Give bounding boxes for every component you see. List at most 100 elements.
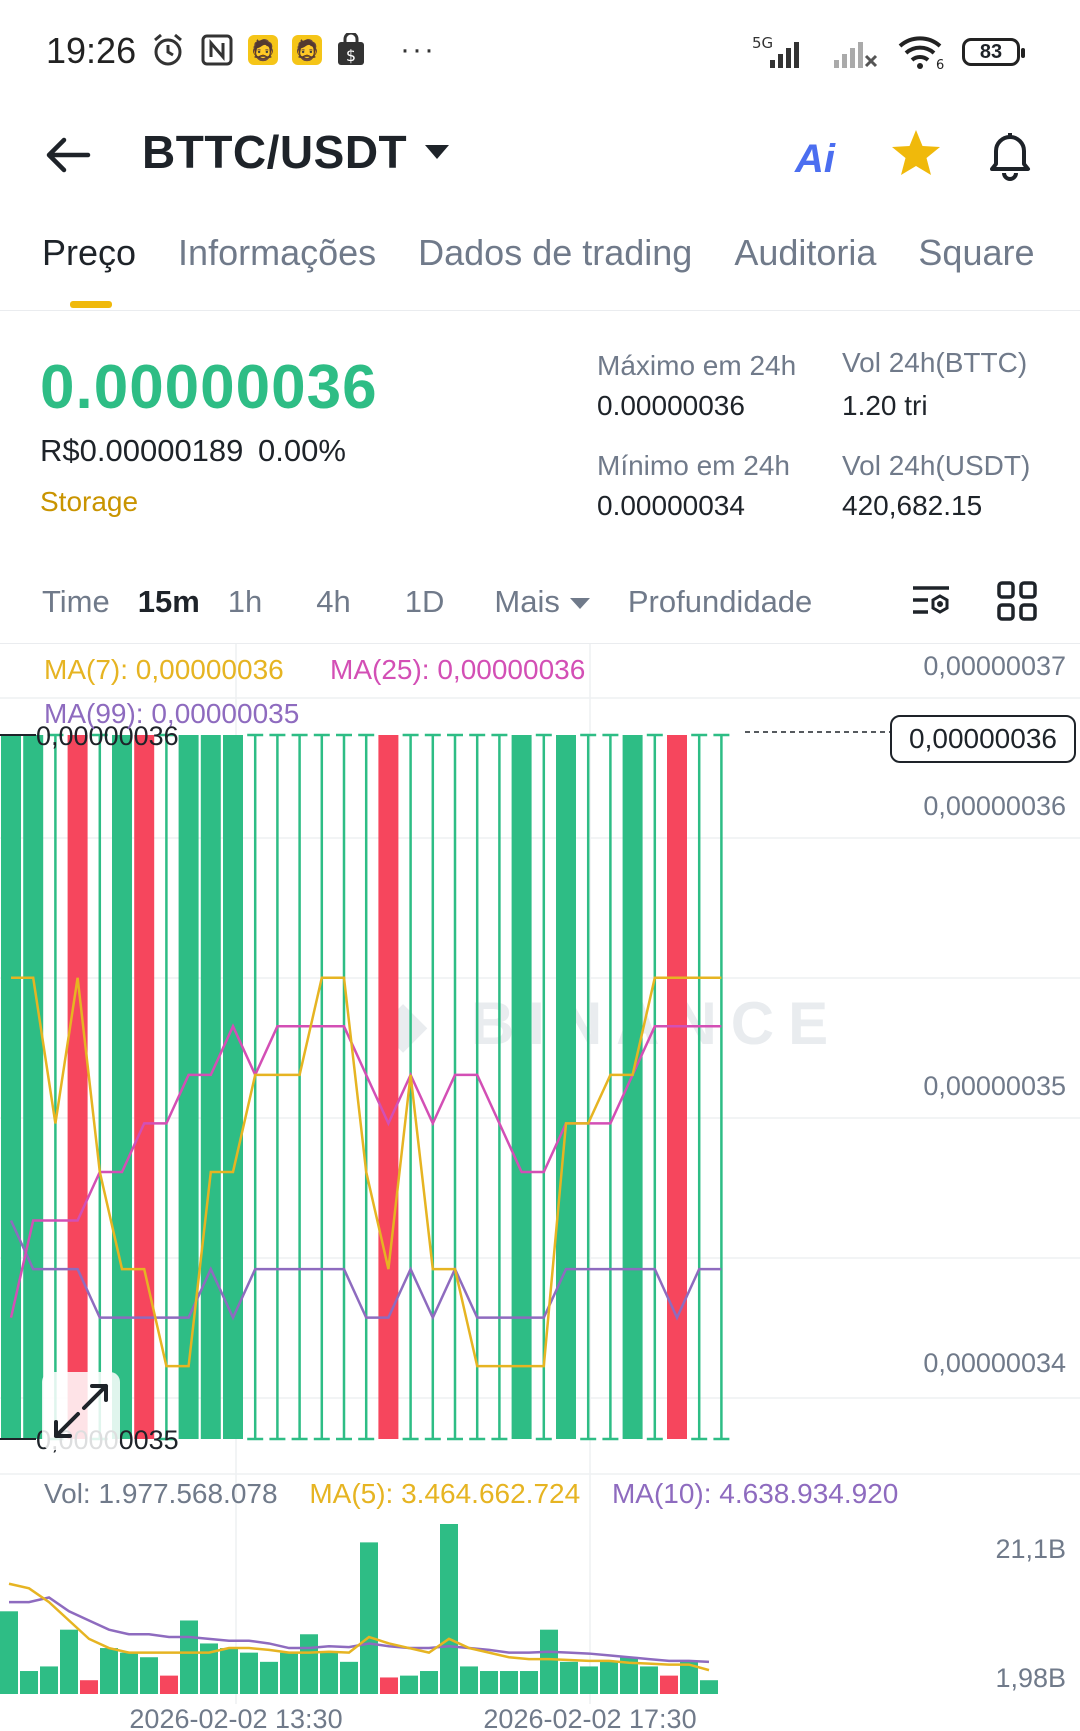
high-24h-label: Máximo em 24h	[597, 350, 797, 381]
volume-bar	[340, 1661, 358, 1694]
grid-layout-icon[interactable]	[996, 580, 1038, 622]
ai-assistant-button[interactable]: Ai	[795, 137, 835, 182]
volume-bar	[640, 1666, 658, 1694]
vol-quote-label: Vol 24h(USDT)	[842, 450, 1031, 481]
candle-body	[556, 735, 576, 1439]
volume-bar	[400, 1675, 418, 1694]
chart-settings-icon[interactable]	[910, 580, 952, 622]
interval-1h[interactable]: 1h	[228, 584, 262, 620]
category-tag[interactable]: Storage	[40, 486, 138, 518]
candle-body	[134, 735, 155, 1439]
app-notification-icon: 🧔	[248, 35, 278, 65]
volume-bar	[360, 1542, 378, 1694]
interval-more[interactable]: Mais	[494, 584, 590, 620]
volume-bar	[460, 1666, 478, 1694]
tab-dados-de-trading[interactable]: Dados de trading	[418, 232, 692, 274]
pair-selector[interactable]: BTTC/USDT	[142, 125, 407, 179]
tab-informacoes[interactable]: Informações	[178, 232, 376, 274]
volume-bar	[220, 1648, 238, 1694]
volume-bar	[580, 1666, 598, 1694]
brl-price: R$0.00000189	[40, 433, 244, 468]
ma7-legend: MA(7): 0,00000036	[44, 654, 284, 685]
candle-body	[667, 735, 687, 1439]
favorite-star-icon[interactable]	[888, 126, 944, 182]
vol-ma5-label: MA(5): 3.464.662.724	[309, 1478, 581, 1509]
candle-body	[178, 735, 199, 1439]
vol-base-value: 1.20 tri	[842, 390, 928, 421]
tab-auditoria[interactable]: Auditoria	[734, 232, 876, 274]
signal-no-service-icon	[834, 42, 878, 68]
candle-body	[223, 735, 243, 1439]
volume-bar	[60, 1629, 78, 1694]
chevron-down-icon	[569, 598, 590, 610]
low-24h-value: 0.00000034	[597, 490, 745, 521]
interval-15m[interactable]: 15m	[138, 584, 200, 620]
volume-bar	[180, 1620, 198, 1694]
volume-bar	[300, 1634, 318, 1694]
y-axis-tick: 0,00000037	[923, 651, 1066, 681]
pair-dropdown-caret-icon[interactable]	[425, 145, 449, 159]
shopping-bag-icon: $	[338, 33, 364, 65]
app-notification-icon: 🧔	[292, 35, 322, 65]
volume-legend: Vol: 1.977.568.078 MA(5): 3.464.662.724 …	[44, 1478, 898, 1510]
interval-more-label: Mais	[494, 584, 560, 619]
volume-bar	[240, 1652, 258, 1694]
expand-icon	[54, 1384, 108, 1438]
wifi-sub-label: 6	[936, 58, 944, 70]
ma25-legend: MA(25): 0,00000036	[330, 654, 586, 685]
tab-preco[interactable]: Preço	[42, 232, 136, 274]
volume-bar	[660, 1675, 678, 1694]
more-notifications-icon: ···	[400, 33, 436, 66]
tab-square[interactable]: Square	[918, 232, 1034, 274]
volume-bar	[600, 1661, 618, 1694]
interval-4h[interactable]: 4h	[316, 584, 350, 620]
price-change-percent: 0.00%	[258, 433, 346, 468]
x-axis-tick: 2026-02-02 13:30	[129, 1704, 342, 1731]
volume-bar	[520, 1671, 538, 1694]
candle-body	[622, 735, 643, 1439]
volume-bar	[320, 1652, 338, 1694]
price-chart[interactable]: ◆ BINANCE0,000000360,000000350,000000370…	[0, 644, 1080, 1731]
candle-body	[23, 735, 44, 1439]
svg-text:$: $	[346, 46, 356, 65]
candle-body	[200, 735, 221, 1439]
volume-bar	[80, 1680, 98, 1694]
volume-bar	[160, 1675, 178, 1694]
back-arrow-icon[interactable]	[40, 130, 100, 180]
tabs-divider	[0, 310, 1080, 311]
candle-body	[511, 735, 532, 1439]
signal-5g-icon: 5G	[752, 34, 799, 68]
interval-selector: Time 15m 1h 4h 1D Mais Profundidade	[42, 584, 812, 620]
volume-bar	[420, 1671, 438, 1694]
volume-bar	[0, 1611, 18, 1694]
status-time: 19:26	[46, 30, 137, 71]
volume-bar	[480, 1671, 498, 1694]
depth-tab[interactable]: Profundidade	[628, 584, 812, 620]
volume-bar	[280, 1652, 298, 1694]
candle-body	[1, 735, 21, 1439]
active-tab-indicator	[70, 301, 112, 308]
volume-bar	[380, 1677, 398, 1694]
interval-time[interactable]: Time	[42, 584, 110, 620]
interval-1d[interactable]: 1D	[405, 584, 445, 620]
volume-bar	[540, 1629, 558, 1694]
volume-bar	[40, 1666, 58, 1694]
vol-label: Vol: 1.977.568.078	[44, 1478, 278, 1509]
candle-body	[67, 735, 88, 1439]
fullscreen-button[interactable]	[42, 1372, 120, 1450]
current-price-tag[interactable]: 0,00000036	[890, 715, 1076, 763]
fiat-price-row: R$0.00000189 0.00%	[40, 433, 346, 469]
notification-bell-icon[interactable]	[982, 126, 1038, 182]
volume-bar	[560, 1661, 578, 1694]
last-price: 0.00000036	[40, 353, 378, 422]
volume-bar	[260, 1661, 278, 1694]
candle-body	[112, 735, 132, 1439]
volume-axis-tick: 1,98B	[995, 1663, 1066, 1693]
y-axis-tick: 0,00000036	[923, 791, 1066, 821]
alarm-icon	[154, 33, 182, 66]
low-24h-label: Mínimo em 24h	[597, 450, 790, 481]
volume-bar	[140, 1657, 158, 1694]
battery-icon: 83	[962, 38, 1025, 66]
wifi-icon: 6	[898, 36, 944, 70]
volume-bar	[500, 1671, 518, 1694]
